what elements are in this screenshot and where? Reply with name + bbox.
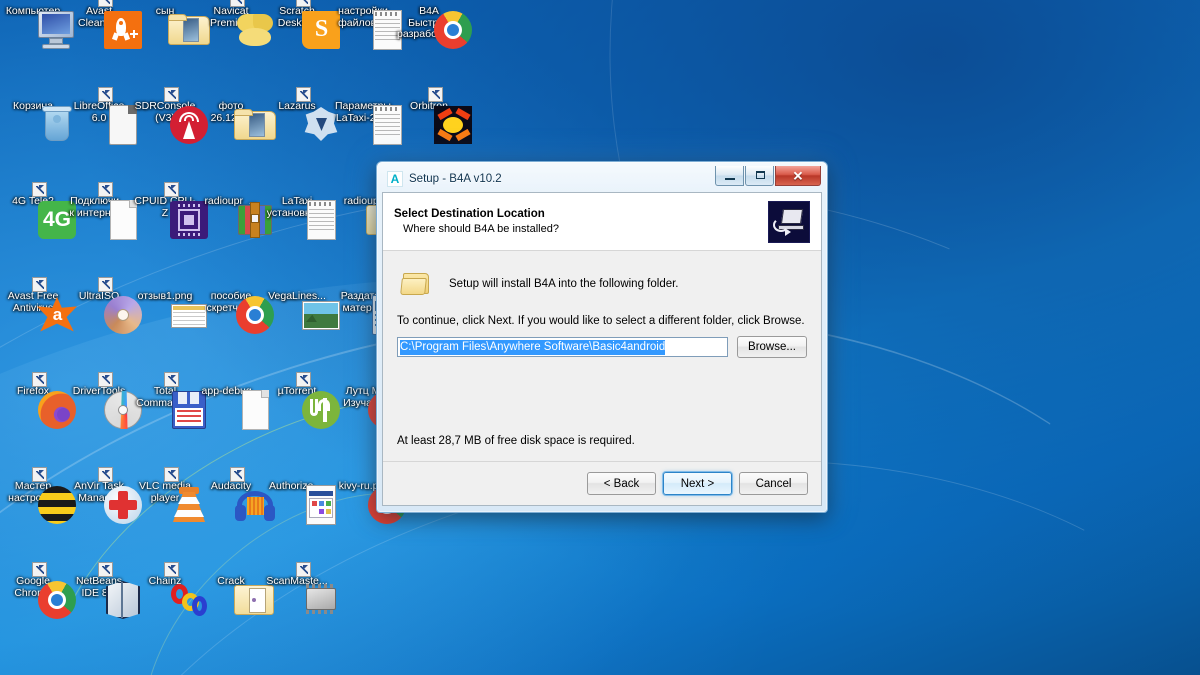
folder-info-row: Setup will install B4A into the followin…: [397, 267, 807, 301]
shortcut-arrow-icon: [164, 562, 179, 577]
desktop-icon[interactable]: Параметры LaTaxi-20...: [330, 100, 402, 145]
desktop-icon[interactable]: Authorize....: [264, 480, 336, 525]
destination-path-row: C:\Program Files\Anywhere Software\Basic…: [397, 336, 807, 358]
close-icon: ✕: [792, 168, 804, 183]
desktop-icon[interactable]: DriverTools: [66, 372, 142, 429]
desktop-icon[interactable]: настройки файлов ...: [330, 5, 402, 50]
disk-space-note: At least 28,7 MB of free disk space is r…: [397, 435, 635, 447]
desktop-icon[interactable]: Lazarus: [264, 87, 338, 141]
desktop-icon[interactable]: B4A Быстрая разработка...: [396, 5, 472, 49]
shortcut-arrow-icon: [164, 372, 179, 387]
desktop-icon[interactable]: NetBeans IDE 8.2: [66, 562, 140, 619]
desktop-icon[interactable]: µTorrent: [264, 372, 340, 429]
desktop-icon[interactable]: пособие скретч.pdf: [198, 290, 274, 334]
desktop-icon[interactable]: Total Commander: [132, 372, 206, 429]
shortcut-arrow-icon: [230, 467, 245, 482]
wizard-body: Setup will install B4A into the followin…: [383, 251, 821, 461]
desktop-icon[interactable]: отзыв1.png: [132, 290, 207, 328]
back-button[interactable]: < Back: [587, 472, 656, 495]
dialog-title-bar[interactable]: A Setup - B4A v10.2 ✕: [382, 166, 822, 192]
shortcut-arrow-icon: [98, 277, 113, 292]
shortcut-arrow-icon: [98, 372, 113, 387]
maximize-button[interactable]: [745, 166, 774, 186]
shortcut-arrow-icon: [98, 182, 113, 197]
shortcut-arrow-icon: [98, 0, 113, 7]
desktop-icon[interactable]: VegaLines...: [264, 290, 340, 330]
shortcut-arrow-icon: [296, 87, 311, 102]
desktop-icon[interactable]: a Avast Free Antivirus: [0, 277, 77, 332]
setup-dialog-window[interactable]: A Setup - B4A v10.2 ✕ Select Destination…: [376, 161, 828, 513]
desktop-icon[interactable]: LibreOffice 6.0: [66, 87, 137, 145]
install-folder-text: Setup will install B4A into the followin…: [449, 278, 679, 290]
wizard-header-text: Select Destination Location Where should…: [394, 207, 768, 237]
install-computer-icon: [768, 200, 810, 243]
shortcut-arrow-icon: [296, 562, 311, 577]
shortcut-arrow-icon: [32, 562, 47, 577]
page-title: Select Destination Location: [394, 207, 545, 220]
cancel-button[interactable]: Cancel: [739, 472, 808, 495]
folder-front-shape: [400, 278, 427, 295]
desktop-icon[interactable]: 4G 4G Tele2: [0, 182, 76, 239]
next-button[interactable]: Next >: [663, 472, 732, 495]
desktop-icon[interactable]: сын: [132, 5, 210, 45]
desktop-icon[interactable]: Avast Cleanu...: [66, 0, 142, 49]
minimize-icon: [725, 178, 735, 180]
shortcut-arrow-icon: [428, 87, 443, 102]
destination-path-value: C:\Program Files\Anywhere Software\Basic…: [400, 339, 666, 355]
desktop-icon[interactable]: UltraISO: [66, 277, 142, 334]
shortcut-arrow-icon: [296, 372, 311, 387]
desktop-icon[interactable]: VLC media player: [132, 467, 205, 522]
desktop-icon[interactable]: Корзина: [0, 100, 72, 141]
folder-icon: [400, 270, 433, 298]
desktop-icon-label: отзыв1.png: [137, 290, 193, 302]
desktop-icon[interactable]: CPUID CPU-Z: [132, 182, 208, 239]
shortcut-arrow-icon: [32, 182, 47, 197]
desktop-icon[interactable]: Google Chrome: [0, 562, 76, 619]
desktop-icon[interactable]: Audacity: [198, 467, 275, 521]
wizard-header: Select Destination Location Where should…: [383, 193, 821, 251]
continue-instruction-text: To continue, click Next. If you would li…: [397, 315, 805, 327]
desktop-icon[interactable]: Firefox: [0, 372, 76, 429]
shortcut-arrow-icon: [296, 0, 311, 7]
shortcut-arrow-icon: [164, 87, 179, 102]
desktop-icon[interactable]: S Scratch Desktop: [264, 0, 340, 49]
shortcut-arrow-icon: [164, 182, 179, 197]
minimize-button[interactable]: [715, 166, 744, 186]
b4a-app-icon: A: [387, 171, 403, 187]
shortcut-arrow-icon: [230, 0, 245, 7]
shortcut-arrow-icon: [32, 277, 47, 292]
close-button[interactable]: ✕: [775, 166, 821, 186]
desktop-icon[interactable]: Chainz: [132, 562, 207, 616]
desktop-icon[interactable]: ScanMaste...: [264, 562, 336, 614]
arrow-head-shape: [785, 227, 791, 236]
shortcut-arrow-icon: [164, 467, 179, 482]
shortcut-arrow-icon: [98, 562, 113, 577]
browse-button[interactable]: Browse...: [737, 336, 807, 358]
desktop-icon[interactable]: Navicat Premium: [198, 0, 273, 46]
desktop-icon[interactable]: AnVir Task Manager: [66, 467, 142, 524]
desktop-icon-label: Chainz: [148, 575, 182, 587]
desktop-icon[interactable]: Orbitron: [396, 87, 472, 144]
desktop-icon[interactable]: radioupr_...: [198, 195, 272, 238]
dialog-title-text: Setup - B4A v10.2: [409, 173, 502, 185]
desktop-icon[interactable]: Crack: [198, 575, 274, 615]
desktop-icon[interactable]: фото 26.12.19: [198, 100, 276, 140]
shortcut-arrow-icon: [32, 372, 47, 387]
destination-path-input[interactable]: C:\Program Files\Anywhere Software\Basic…: [397, 337, 728, 357]
shortcut-arrow-icon: [98, 87, 113, 102]
maximize-icon: [756, 171, 765, 179]
dialog-client-area: Select Destination Location Where should…: [382, 192, 822, 506]
shortcut-arrow-icon: [98, 467, 113, 482]
desktop-icon[interactable]: LaTaxi установка ...: [264, 195, 336, 240]
desktop-icon[interactable]: Мастер настройки: [0, 467, 76, 524]
desktop-icon[interactable]: Компьютер: [0, 5, 74, 49]
page-subtitle: Where should B4A be installed?: [403, 222, 559, 235]
desktop-icon[interactable]: app-debug...: [198, 385, 269, 430]
shortcut-arrow-icon: [32, 467, 47, 482]
wizard-footer: < Back Next > Cancel: [383, 461, 821, 505]
desktop-icon[interactable]: Подключи... к интернет...: [66, 182, 137, 240]
desktop-icon[interactable]: SDRConsole (V3): [132, 87, 208, 144]
window-controls: ✕: [714, 166, 821, 186]
